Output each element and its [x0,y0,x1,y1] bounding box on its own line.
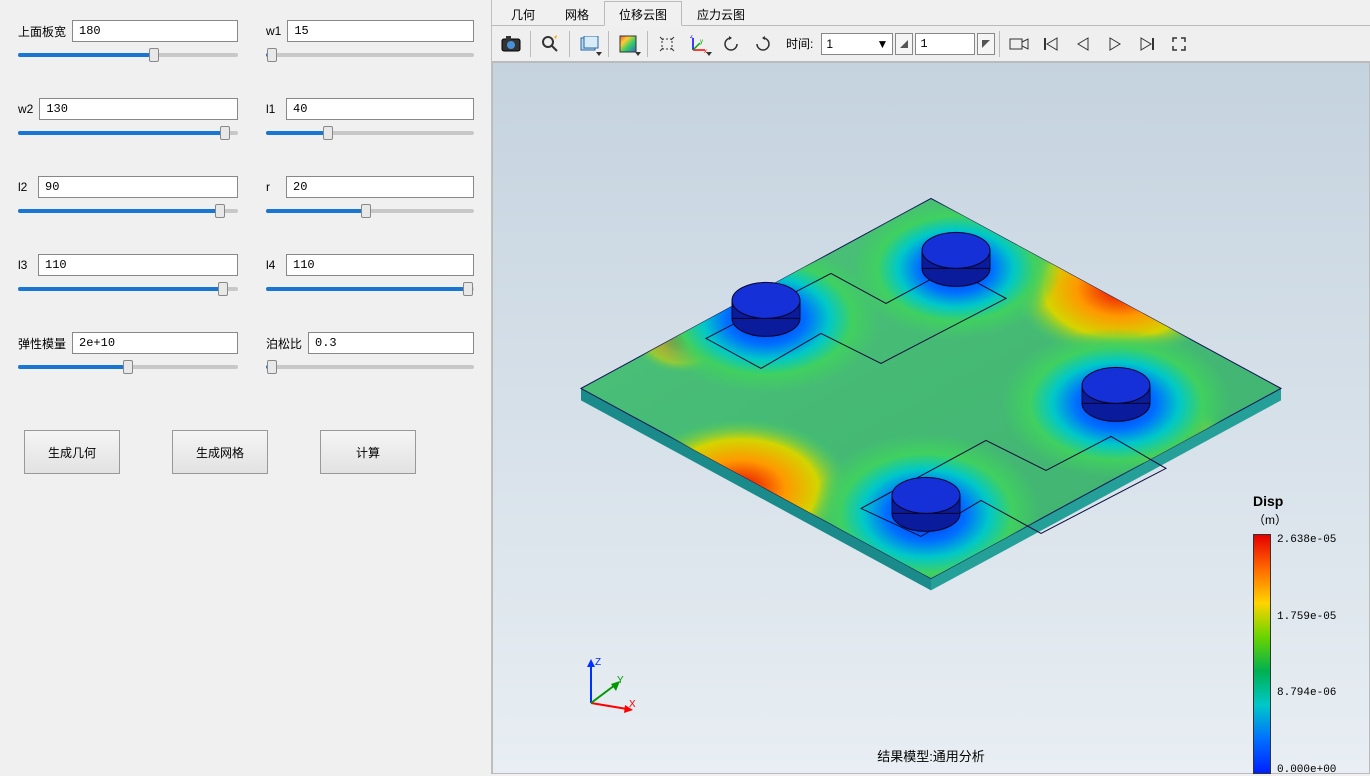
slider-l2[interactable] [18,204,238,218]
hide-show-button[interactable] [574,29,604,59]
generate-mesh-button[interactable]: 生成网格 [172,430,268,474]
param-label: l4 [266,258,280,272]
rotate-ccw-button[interactable] [716,29,746,59]
legend-tick: 2.638e-05 [1277,534,1336,546]
legend-gradient [1253,534,1271,774]
param-input-w1[interactable] [287,20,474,42]
legend-tick: 1.759e-05 [1277,611,1336,623]
param-input-l1[interactable] [286,98,474,120]
param-label: 泊松比 [266,335,302,352]
tab-mesh[interactable]: 网格 [550,1,604,26]
param-elastic-modulus: 弹性模量 [18,332,238,374]
chevron-down-icon: ▼ [876,37,888,51]
step-input[interactable] [915,33,975,55]
record-button[interactable] [1004,29,1034,59]
viewport-3d[interactable]: Z X Y Disp （m） 2.638e-05 1.759e-05 8.794… [492,62,1370,774]
rotate-cw-button[interactable] [748,29,778,59]
slider-l1[interactable] [266,126,474,140]
slider-w2[interactable] [18,126,238,140]
param-w1: w1 [266,20,474,62]
legend-unit: （m） [1253,511,1345,528]
param-input-w2[interactable] [39,98,238,120]
last-frame-button[interactable] [1132,29,1162,59]
snapshot-button[interactable] [496,29,526,59]
generate-geometry-button[interactable]: 生成几何 [24,430,120,474]
slider-l3[interactable] [18,282,238,296]
param-input-top-width[interactable] [72,20,238,42]
svg-text:y: y [700,39,703,45]
param-l1: l1 [266,98,474,140]
slider-poisson-ratio[interactable] [266,360,474,374]
chevron-down-icon [596,52,602,56]
fit-view-button[interactable] [652,29,682,59]
svg-text:Y: Y [617,675,624,686]
first-frame-button[interactable] [1036,29,1066,59]
displacement-contour-model [561,168,1301,648]
time-dropdown[interactable]: 1▼ [821,33,893,55]
param-label: l1 [266,102,280,116]
legend-tick: 0.000e+00 [1277,764,1336,776]
param-l3: l3 [18,254,238,296]
param-r: r [266,176,474,218]
viewer-panel: 几何 网格 位移云图 应力云图 zxy 时间: 1▼ [492,0,1370,774]
param-label: w2 [18,102,33,116]
param-label: 弹性模量 [18,335,66,352]
chevron-down-icon [635,52,641,56]
coordinate-triad-icon: Z X Y [581,653,641,713]
param-w2: w2 [18,98,238,140]
time-value: 1 [826,37,833,51]
time-label: 时间: [786,35,813,52]
slider-top-width[interactable] [18,48,238,62]
tab-displacement-contour[interactable]: 位移云图 [604,1,682,26]
param-input-l3[interactable] [38,254,238,276]
legend-title: Disp [1253,493,1345,509]
param-input-elastic-modulus[interactable] [72,332,238,354]
result-model-label: 结果模型:通用分析 [877,746,985,765]
slider-l4[interactable] [266,282,474,296]
tab-geometry[interactable]: 几何 [496,1,550,26]
chevron-down-icon [706,52,712,56]
parameter-panel: 上面板宽 w1 w2 [0,0,492,774]
param-input-r[interactable] [286,176,474,198]
color-legend: Disp （m） 2.638e-05 1.759e-05 8.794e-06 0… [1253,493,1345,776]
param-l2: l2 [18,176,238,218]
svg-text:X: X [629,699,636,710]
param-label: 上面板宽 [18,23,66,40]
step-down-button[interactable] [895,33,913,55]
param-label: w1 [266,24,281,38]
param-input-poisson-ratio[interactable] [308,332,474,354]
slider-elastic-modulus[interactable] [18,360,238,374]
compute-button[interactable]: 计算 [320,430,416,474]
zoom-extents-button[interactable] [535,29,565,59]
legend-tick: 8.794e-06 [1277,687,1336,699]
expand-button[interactable] [1164,29,1194,59]
param-label: l3 [18,258,32,272]
param-label: r [266,180,280,194]
param-poisson-ratio: 泊松比 [266,332,474,374]
svg-text:Z: Z [595,657,601,668]
svg-text:z: z [690,35,693,40]
legend-ticks: 2.638e-05 1.759e-05 8.794e-06 0.000e+00 [1277,534,1336,776]
param-label: l2 [18,180,32,194]
prev-frame-button[interactable] [1068,29,1098,59]
param-l4: l4 [266,254,474,296]
tab-stress-contour[interactable]: 应力云图 [682,1,760,26]
render-style-button[interactable] [613,29,643,59]
step-up-button[interactable] [977,33,995,55]
param-top-width: 上面板宽 [18,20,238,62]
param-input-l4[interactable] [286,254,474,276]
view-tabs: 几何 网格 位移云图 应力云图 [492,0,1370,26]
axis-view-button[interactable]: zxy [684,29,714,59]
viewer-toolbar: zxy 时间: 1▼ [492,26,1370,62]
play-button[interactable] [1100,29,1130,59]
slider-w1[interactable] [266,48,474,62]
param-input-l2[interactable] [38,176,238,198]
slider-r[interactable] [266,204,474,218]
